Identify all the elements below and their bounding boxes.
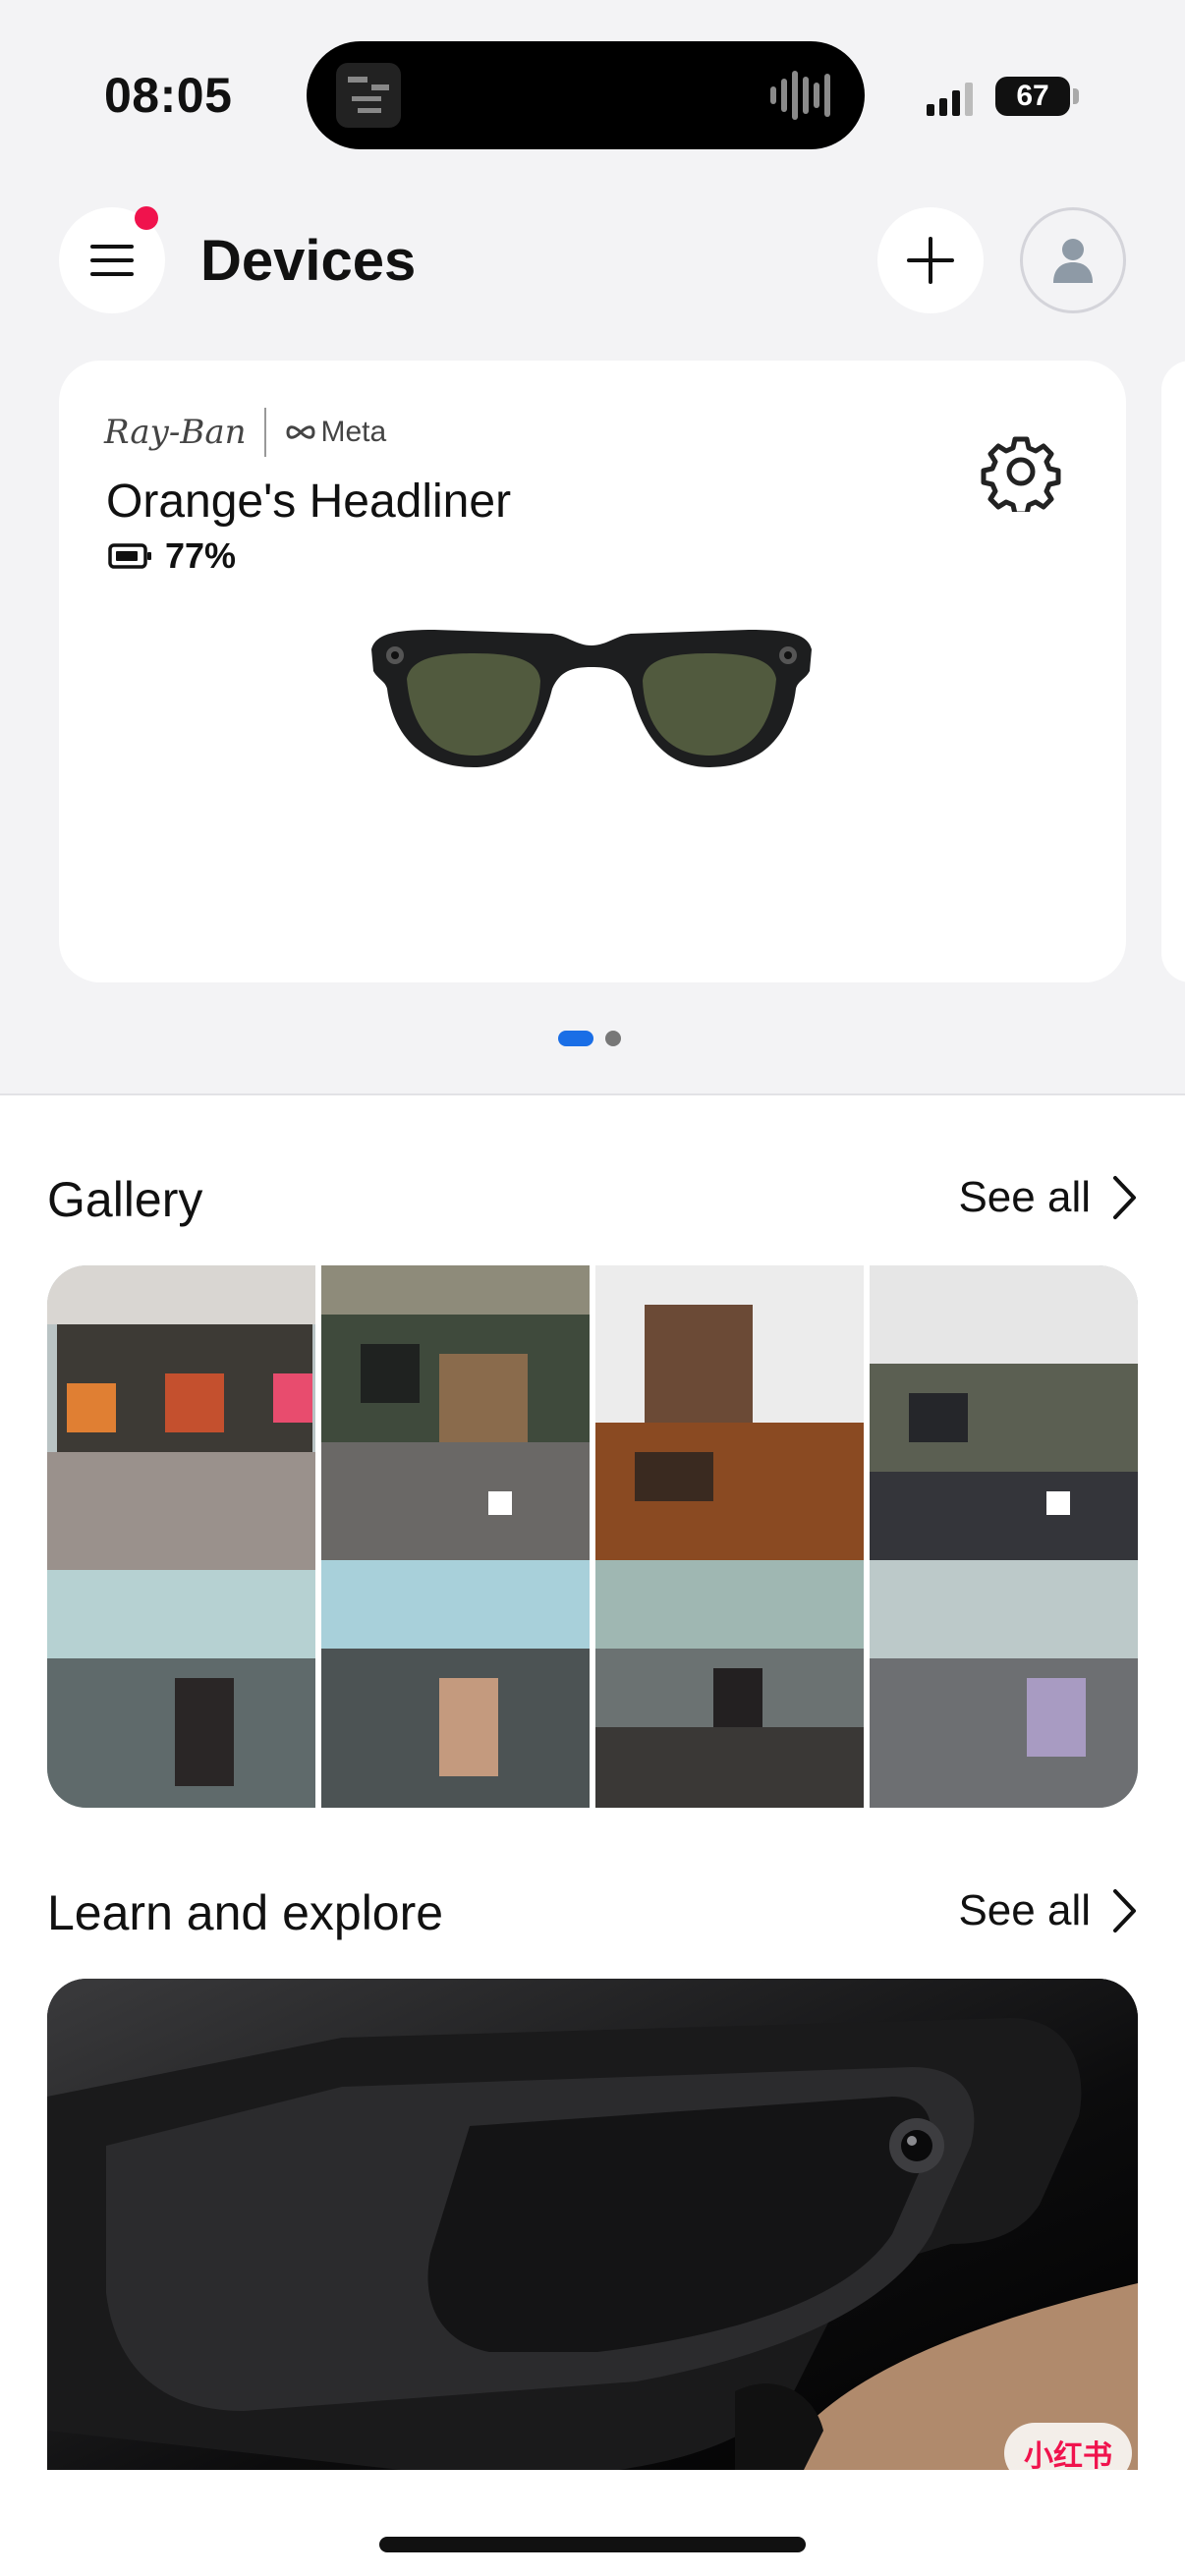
chevron-right-icon: [1113, 1889, 1136, 1932]
person-icon: [1053, 239, 1093, 283]
add-device-button[interactable]: [877, 207, 984, 313]
next-device-card-peek[interactable]: [1161, 361, 1185, 982]
gallery-see-all-label: See all: [958, 1173, 1091, 1221]
device-battery: 77%: [108, 535, 236, 577]
gallery-grid: [47, 1265, 1138, 1808]
glasses-image: [371, 630, 812, 767]
device-card[interactable]: Ray-Ban Meta Orange's Headliner 77%: [59, 361, 1126, 982]
gallery-thumbnail[interactable]: [47, 1265, 315, 1808]
gallery-see-all[interactable]: See all: [958, 1173, 1138, 1222]
learn-see-all[interactable]: See all: [958, 1886, 1138, 1935]
meta-logo-text: Meta: [320, 416, 387, 448]
page-title: Devices: [200, 229, 417, 293]
battery-tip: [1073, 88, 1079, 104]
device-settings-button[interactable]: [981, 431, 1061, 517]
gallery-title: Gallery: [47, 1172, 203, 1227]
now-playing-thumbnail: [336, 63, 401, 128]
audio-wave-icon: [770, 69, 835, 122]
sunglasses-hero-image: [47, 1979, 1138, 2470]
learn-feature-card[interactable]: [47, 1979, 1138, 2470]
battery-percent: 77%: [165, 535, 237, 576]
meta-logo: Meta: [284, 416, 387, 449]
gear-icon: [981, 436, 1061, 517]
battery-indicator: 67: [995, 77, 1070, 116]
cellular-signal-icon: [927, 81, 973, 116]
gallery-thumbnail[interactable]: [870, 1265, 1138, 1808]
chevron-right-icon: [1113, 1176, 1136, 1219]
profile-button[interactable]: [1020, 207, 1126, 313]
device-pagination[interactable]: [558, 1031, 621, 1046]
notification-dot: [135, 206, 158, 230]
page-dot-active[interactable]: [558, 1031, 593, 1046]
home-indicator[interactable]: [379, 2537, 806, 2552]
rayban-logo: Ray-Ban: [104, 413, 247, 452]
meta-infinity-icon: [285, 425, 315, 439]
gallery-thumbnail[interactable]: [321, 1265, 590, 1808]
hamburger-icon: [90, 245, 134, 276]
learn-title: Learn and explore: [47, 1885, 444, 1940]
brand-divider: [263, 408, 266, 457]
gallery-thumbnail[interactable]: [595, 1265, 864, 1808]
status-time: 08:05: [104, 68, 233, 123]
page-dot[interactable]: [605, 1031, 621, 1046]
plus-icon: [907, 237, 954, 284]
brand-logos: Ray-Ban Meta: [104, 408, 386, 457]
xiaohongshu-watermark-badge: 小红书: [1004, 2423, 1132, 2484]
watermark-text: 我的小红书号: 1...: [752, 2507, 971, 2538]
learn-see-all-label: See all: [958, 1886, 1091, 1934]
battery-icon: [108, 543, 151, 569]
dynamic-island[interactable]: [307, 41, 865, 149]
device-name: Orange's Headliner: [106, 476, 512, 528]
